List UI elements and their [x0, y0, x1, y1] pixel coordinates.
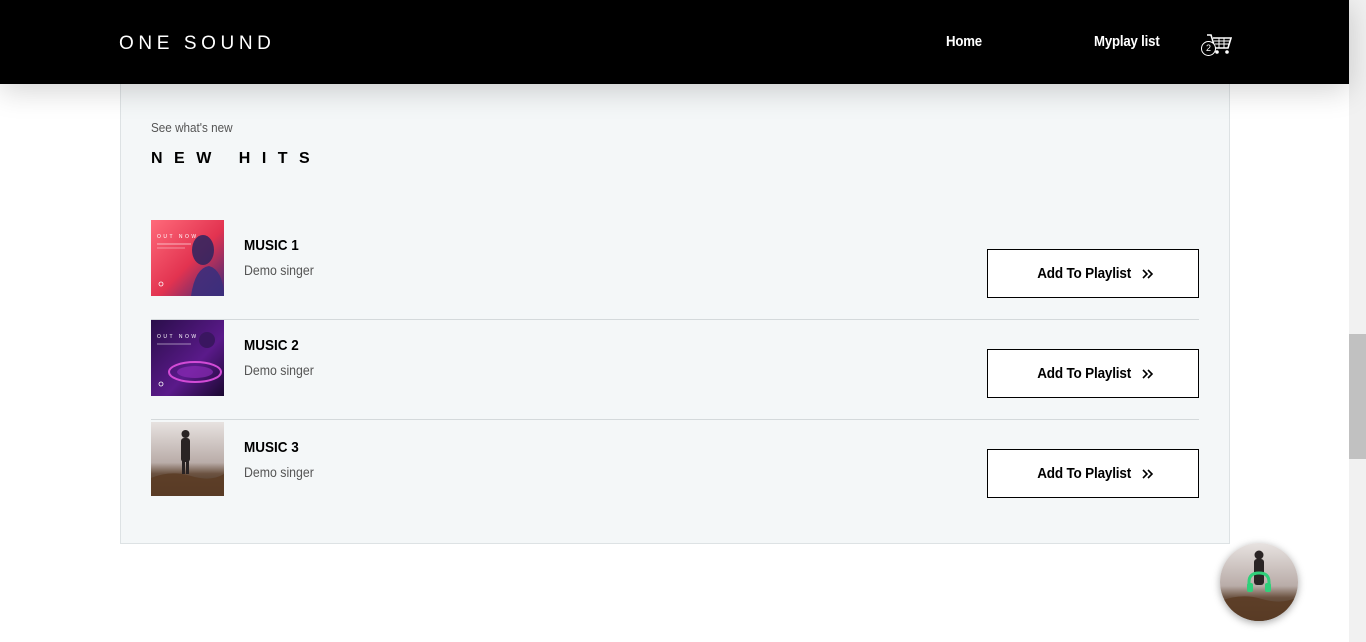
- brand-logo[interactable]: ONE SOUND: [119, 33, 275, 55]
- new-hits-card: See what's new NEW HITS OUT NOW MUSIC 1 …: [120, 74, 1230, 544]
- track-artist: Demo singer: [244, 362, 314, 378]
- page-scrollbar-thumb[interactable]: [1349, 334, 1366, 459]
- page-scrollbar-track[interactable]: [1349, 0, 1366, 642]
- section-eyebrow: See what's new: [151, 120, 233, 135]
- album-cover[interactable]: [151, 422, 224, 498]
- page: ONE SOUND Home Myplay list 2 See what's …: [0, 0, 1366, 642]
- add-to-playlist-label: Add To Playlist: [1037, 265, 1131, 282]
- album-cover[interactable]: OUT NOW: [151, 220, 224, 296]
- track-artist: Demo singer: [244, 464, 314, 480]
- double-chevron-right-icon: [1142, 468, 1154, 479]
- track-row: OUT NOW MUSIC 1 Demo singer Add To Playl…: [151, 220, 1199, 320]
- track-row: MUSIC 3 Demo singer Add To Playlist: [151, 422, 1199, 522]
- track-artist: Demo singer: [244, 262, 314, 278]
- double-chevron-right-icon: [1142, 268, 1154, 279]
- nav-home-link[interactable]: Home: [946, 33, 982, 50]
- add-to-playlist-button[interactable]: Add To Playlist: [987, 449, 1199, 498]
- track-title[interactable]: MUSIC 3: [244, 439, 299, 456]
- add-to-playlist-label: Add To Playlist: [1037, 365, 1131, 382]
- add-to-playlist-button[interactable]: Add To Playlist: [987, 249, 1199, 298]
- nav-myplaylist-link[interactable]: Myplay list: [1094, 33, 1160, 50]
- track-title[interactable]: MUSIC 2: [244, 337, 299, 354]
- track-row: OUT NOW MUSIC 2 Demo singer Add To Playl…: [151, 320, 1199, 420]
- cover-caption: OUT NOW: [157, 334, 199, 340]
- floating-player-button[interactable]: [1220, 543, 1298, 621]
- add-to-playlist-button[interactable]: Add To Playlist: [987, 349, 1199, 398]
- double-chevron-right-icon: [1142, 368, 1154, 379]
- cart-button[interactable]: 2: [1199, 30, 1233, 58]
- cover-caption: OUT NOW: [157, 234, 199, 240]
- section-title: NEW HITS: [151, 150, 322, 167]
- cart-count-badge: 2: [1201, 41, 1216, 56]
- album-cover[interactable]: OUT NOW: [151, 320, 224, 396]
- headphones-icon: [1247, 571, 1271, 592]
- top-navbar: ONE SOUND Home Myplay list 2: [0, 0, 1349, 84]
- track-title[interactable]: MUSIC 1: [244, 237, 299, 254]
- add-to-playlist-label: Add To Playlist: [1037, 465, 1131, 482]
